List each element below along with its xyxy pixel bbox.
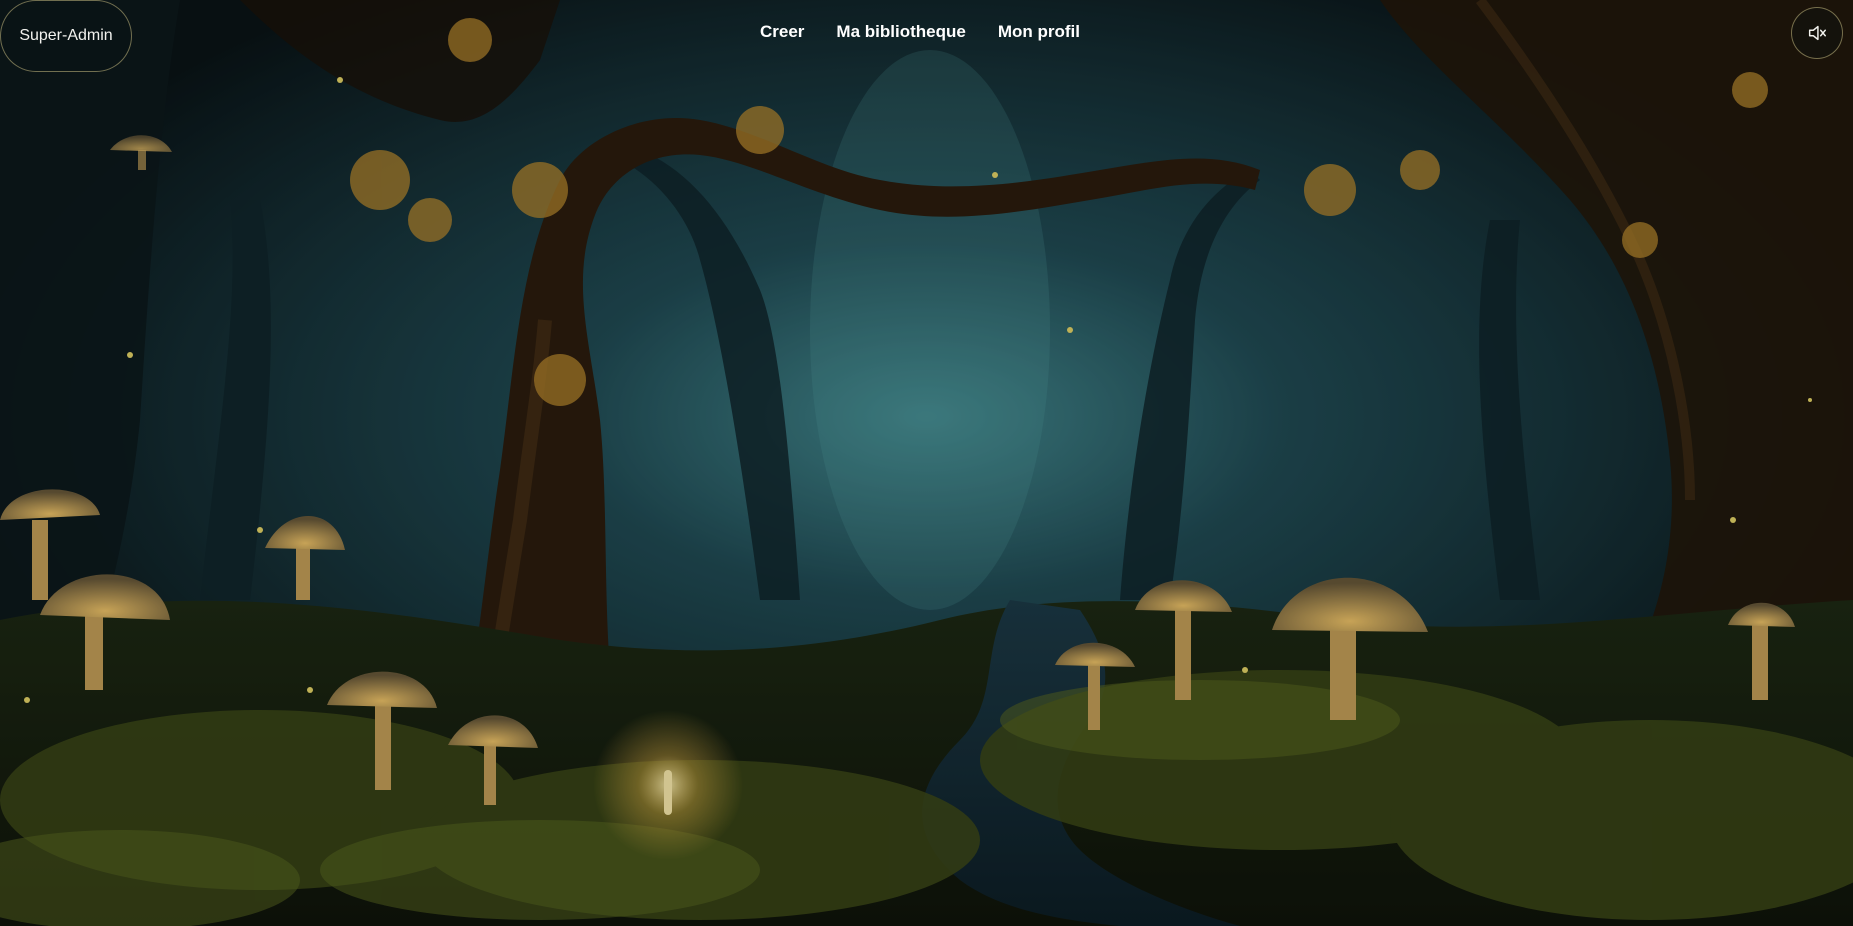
nav-library-link[interactable]: Ma bibliotheque <box>836 22 965 42</box>
app-screen: Super-Admin Creer Ma bibliotheque Mon pr… <box>0 0 1853 926</box>
sound-toggle-button[interactable] <box>1791 7 1843 59</box>
nav-profile-link[interactable]: Mon profil <box>998 22 1080 42</box>
top-navigation-bar: Super-Admin Creer Ma bibliotheque Mon pr… <box>0 0 1853 80</box>
main-nav: Creer Ma bibliotheque Mon profil <box>760 22 1080 42</box>
user-menu-button[interactable]: Super-Admin <box>0 0 132 72</box>
forest-background-image <box>0 0 1853 926</box>
volume-muted-icon <box>1806 22 1828 44</box>
nav-create-link[interactable]: Creer <box>760 22 804 42</box>
user-name-label: Super-Admin <box>19 27 113 44</box>
